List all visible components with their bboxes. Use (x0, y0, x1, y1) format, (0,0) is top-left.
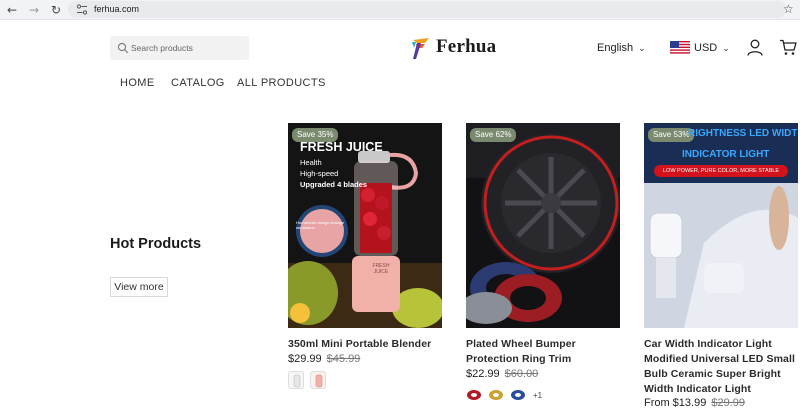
original-price: $29.99 (711, 397, 745, 408)
price-prefix: From (644, 397, 670, 408)
current-price: $13.99 (672, 397, 707, 408)
nav-home[interactable]: HOME (120, 77, 155, 90)
chevron-down-icon: ⌄ (722, 44, 730, 54)
product-title-line: Modified Universal LED Small (644, 353, 795, 365)
ring-thumbnail-icon (467, 390, 481, 400)
image-feature-speed: High-speed (300, 169, 339, 178)
more-swatches-count[interactable]: +1 (533, 391, 542, 400)
image-headline: RIGHTNESS LED WIDTH (688, 128, 798, 139)
reload-icon[interactable]: ↻ (48, 2, 64, 18)
color-swatch-blue[interactable] (510, 386, 526, 404)
url-text[interactable]: ferhua.com (94, 3, 139, 16)
back-arrow-icon[interactable]: ← (4, 2, 20, 18)
image-feature-blades: Upgraded 4 blades (300, 180, 368, 189)
color-swatch-white[interactable] (288, 371, 304, 389)
nav-all-products[interactable]: ALL PRODUCTS (237, 77, 326, 90)
cart-icon[interactable] (779, 39, 797, 56)
product-price: $22.99 $60.00 (466, 367, 538, 381)
search-icon (117, 42, 129, 54)
image-feature-health: Health (300, 158, 322, 167)
account-icon[interactable] (747, 39, 763, 56)
product-title[interactable]: 350ml Mini Portable Blender (288, 337, 448, 352)
forward-arrow-icon[interactable]: → (26, 2, 42, 18)
chevron-down-icon: ⌄ (638, 44, 646, 54)
us-flag-icon (670, 41, 690, 54)
product-image-wheel-trim[interactable]: Save 62% (466, 123, 620, 328)
image-design-note: Humanized design leakage separation (296, 220, 345, 230)
wheel-illustration (466, 123, 620, 328)
color-swatch-red[interactable] (466, 386, 482, 404)
site-settings-icon[interactable] (76, 3, 88, 16)
browser-toolbar: ← → ↻ ferhua.com ☆ (0, 0, 800, 20)
color-swatch-gold[interactable] (488, 386, 504, 404)
nav-catalog[interactable]: CATALOG (171, 77, 225, 90)
search-placeholder: Search products (131, 43, 193, 53)
ferhua-logo-icon[interactable] (410, 36, 432, 60)
ring-thumbnail-icon (489, 390, 503, 400)
image-tagline: LOW POWER, PURE COLOR, MORE STABLE (662, 168, 780, 174)
section-title: Hot Products (110, 236, 202, 252)
current-price: $29.99 (288, 353, 322, 365)
product-price: $29.99 $45.99 (288, 352, 360, 366)
image-subheadline: INDICATOR LIGHT (682, 149, 770, 160)
view-more-button[interactable]: View more (110, 277, 168, 297)
blender-thumbnail-icon (315, 374, 323, 388)
image-headline: FRESH JUICE (300, 140, 383, 154)
blender-label: FRESH JUICE (372, 263, 390, 275)
product-price: From $13.99 $29.99 (644, 396, 745, 408)
currency-selector[interactable]: USD ⌄ (694, 40, 730, 57)
currency-label: USD (694, 42, 718, 54)
product-image-blender[interactable]: Save 35% FRESH JUICE Health High-speed U… (288, 123, 442, 328)
bookmark-star-icon[interactable]: ☆ (783, 1, 794, 17)
product-title-line: Bulb Ceramic Super Bright (644, 368, 781, 380)
product-title[interactable]: Plated Wheel Bumper Protection Ring Trim (466, 337, 626, 367)
language-selector[interactable]: English ⌄ (597, 40, 646, 56)
product-title-line: Car Width Indicator Light (644, 338, 772, 350)
current-price: $22.99 (466, 368, 500, 380)
product-title-line: Plated Wheel Bumper (466, 338, 576, 350)
original-price: $45.99 (326, 353, 361, 365)
ring-thumbnail-icon (511, 390, 525, 400)
color-swatch-pink[interactable] (310, 371, 326, 389)
product-image-led-light[interactable]: Save 53% RIGHTNESS LED WIDTH INDICATOR L… (644, 123, 798, 328)
product-title-line: Protection Ring Trim (466, 353, 572, 365)
brand-name[interactable]: Ferhua (436, 35, 496, 59)
product-title-line: Width Indicator Light (644, 383, 751, 395)
address-bar[interactable] (68, 1, 786, 18)
original-price: $60.00 (504, 368, 539, 380)
language-label: English (597, 42, 634, 54)
product-title[interactable]: Car Width Indicator Light Modified Unive… (644, 337, 800, 397)
sale-badge: Save 62% (470, 128, 517, 142)
blender-thumbnail-icon (293, 374, 301, 388)
